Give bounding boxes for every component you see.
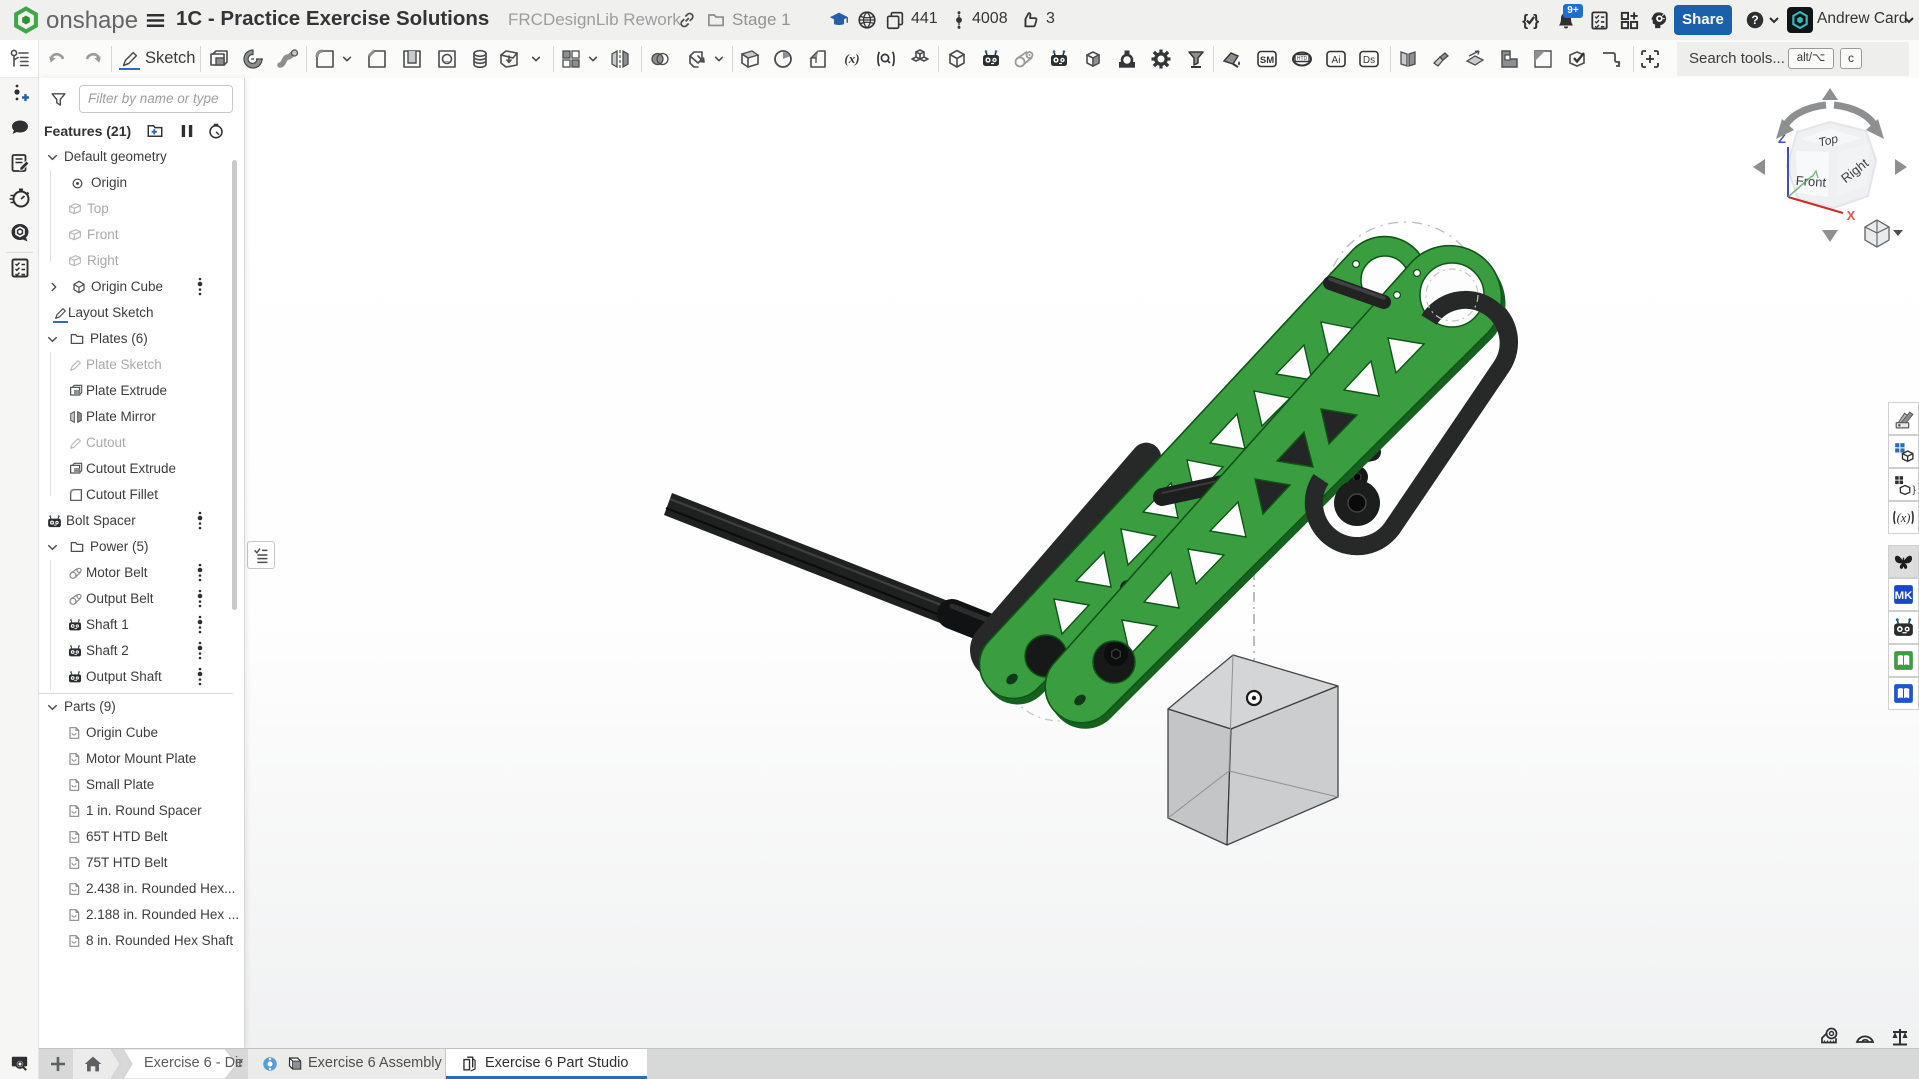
svg-text:(x): (x): [844, 51, 859, 66]
svg-text:Ds: Ds: [1363, 55, 1375, 66]
svg-text:}: }: [1912, 485, 1916, 496]
svg-text:MK: MK: [1895, 590, 1914, 602]
svg-text:}: }: [1533, 13, 1539, 30]
svg-text:(x): (x): [1897, 511, 1911, 525]
svg-text:X: X: [1847, 208, 1856, 223]
svg-text:?: ?: [1751, 13, 1758, 27]
svg-text:Ai: Ai: [1332, 55, 1341, 66]
svg-text:SM: SM: [1260, 55, 1274, 66]
svg-text:HTD: HTD: [1297, 56, 1308, 62]
